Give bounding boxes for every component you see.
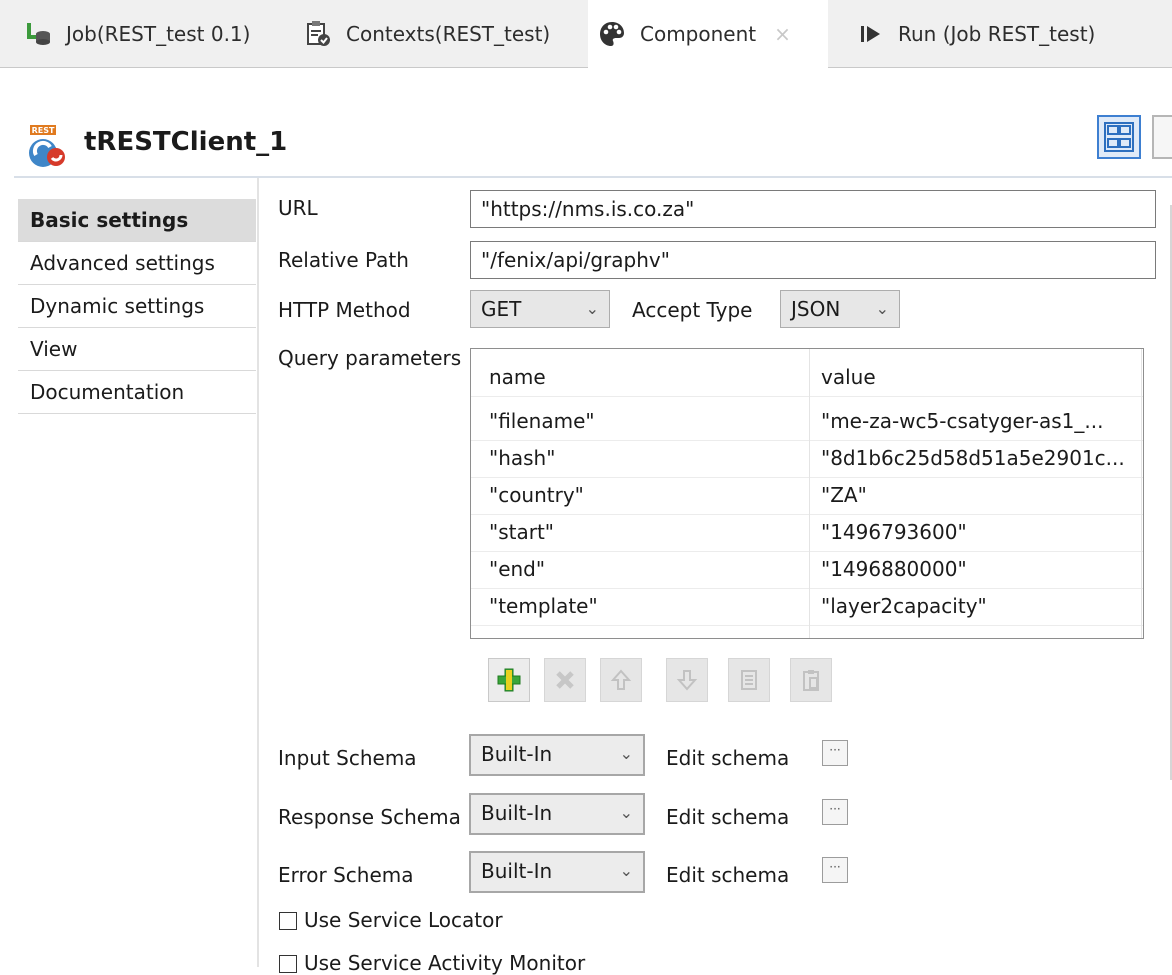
move-down-button[interactable]: [666, 658, 708, 702]
param-name[interactable]: "country": [489, 477, 805, 514]
table-row[interactable]: "hash" "8d1b6c25d58d51a5e2901c...: [471, 440, 1143, 478]
use-service-locator-checkbox[interactable]: [279, 912, 297, 930]
run-icon: [856, 20, 884, 48]
param-name[interactable]: "template": [489, 588, 805, 625]
param-value[interactable]: "me-za-wc5-csatyger-as1_...: [821, 403, 1139, 440]
copy-button[interactable]: [728, 658, 770, 702]
use-service-activity-monitor-checkbox[interactable]: [279, 955, 297, 973]
table-header-row: name value: [471, 359, 1143, 397]
edit-schema-label: Edit schema: [666, 863, 790, 887]
param-value[interactable]: "layer2capacity": [821, 588, 1139, 625]
use-service-locator-label: Use Service Locator: [304, 908, 503, 932]
component-title: tRESTClient_1: [84, 127, 288, 157]
tab-contexts[interactable]: Contexts(REST_test): [294, 0, 584, 67]
param-value[interactable]: "1496880000": [821, 551, 1139, 588]
input-schema-value: Built-In: [481, 742, 553, 766]
nav-divider: [257, 178, 259, 967]
error-schema-label: Error Schema: [278, 863, 414, 887]
accept-type-select[interactable]: JSON ⌄: [780, 290, 900, 328]
relative-path-field[interactable]: "/fenix/api/graphv": [470, 241, 1156, 279]
table-row[interactable]: "template" "layer2capacity": [471, 588, 1143, 626]
move-down-icon: [676, 670, 698, 691]
param-name[interactable]: "end": [489, 551, 805, 588]
param-value[interactable]: "8d1b6c25d58d51a5e2901c...: [821, 440, 1139, 477]
response-schema-value: Built-In: [481, 801, 553, 825]
paste-button[interactable]: [790, 658, 832, 702]
edit-schema-label: Edit schema: [666, 805, 790, 829]
response-schema-select[interactable]: Built-In ⌄: [469, 793, 645, 835]
accept-type-label: Accept Type: [632, 298, 753, 322]
input-schema-select[interactable]: Built-In ⌄: [469, 734, 645, 776]
tab-component[interactable]: Component ×: [588, 0, 828, 68]
close-icon[interactable]: ×: [774, 22, 791, 46]
column-divider: [1141, 349, 1142, 638]
remove-row-button[interactable]: [544, 658, 586, 702]
tab-label: Contexts(REST_test): [346, 21, 551, 46]
tab-run[interactable]: Run (Job REST_test): [846, 0, 1146, 67]
rest-badge-text: REST: [32, 126, 55, 135]
column-header-name[interactable]: name: [489, 359, 546, 396]
edit-schema-label: Edit schema: [666, 746, 790, 770]
http-method-label: HTTP Method: [278, 298, 411, 322]
edit-input-schema-button[interactable]: ···: [822, 740, 848, 766]
table-row[interactable]: "end" "1496880000": [471, 551, 1143, 589]
tab-label: Run (Job REST_test): [898, 21, 1096, 46]
add-icon: [497, 668, 521, 692]
accept-type-value: JSON: [791, 297, 841, 321]
param-name[interactable]: "start": [489, 514, 805, 551]
settings-nav: Basic settings Advanced settings Dynamic…: [18, 199, 256, 414]
error-schema-value: Built-In: [481, 859, 553, 883]
chevron-down-icon: ⌄: [619, 803, 633, 822]
input-schema-label: Input Schema: [278, 746, 417, 770]
query-parameters-table[interactable]: name value "filename" "me-za-wc5-csatyge…: [470, 348, 1144, 639]
nav-view[interactable]: View: [18, 328, 256, 371]
use-service-activity-monitor-label: Use Service Activity Monitor: [304, 951, 586, 975]
move-up-icon: [610, 669, 632, 690]
nav-dynamic-settings[interactable]: Dynamic settings: [18, 285, 256, 328]
grid-view-icon[interactable]: [1097, 115, 1141, 159]
paste-icon: [803, 670, 819, 691]
contexts-icon: [304, 20, 332, 48]
tab-label: Component: [640, 22, 757, 46]
param-name[interactable]: "filename": [489, 403, 805, 440]
nav-documentation[interactable]: Documentation: [18, 371, 256, 414]
chevron-down-icon: ⌄: [619, 744, 633, 763]
column-header-value[interactable]: value: [821, 359, 876, 396]
url-field[interactable]: "https://nms.is.co.za": [470, 190, 1156, 228]
job-icon: [24, 20, 52, 48]
relative-path-label: Relative Path: [278, 248, 409, 272]
chevron-down-icon: ⌄: [585, 299, 599, 318]
add-row-button[interactable]: [488, 658, 530, 702]
table-row[interactable]: "start" "1496793600": [471, 514, 1143, 552]
nav-basic-settings[interactable]: Basic settings: [18, 199, 256, 242]
url-label: URL: [278, 196, 318, 220]
chevron-down-icon: ⌄: [619, 861, 633, 880]
param-value[interactable]: "1496793600": [821, 514, 1139, 551]
palette-icon: [598, 20, 626, 48]
param-name[interactable]: "hash": [489, 440, 805, 477]
column-divider: [809, 349, 810, 638]
tab-label: Job(REST_test 0.1): [66, 21, 251, 46]
param-value[interactable]: "ZA": [821, 477, 1139, 514]
tab-job[interactable]: Job(REST_test 0.1): [14, 0, 282, 67]
list-view-icon[interactable]: [1152, 115, 1172, 159]
nav-advanced-settings[interactable]: Advanced settings: [18, 242, 256, 285]
header-divider: [14, 176, 1172, 178]
table-row[interactable]: "filename" "me-za-wc5-csatyger-as1_...: [471, 403, 1143, 441]
move-up-button[interactable]: [600, 658, 642, 702]
response-schema-label: Response Schema: [278, 805, 461, 829]
edit-error-schema-button[interactable]: ···: [822, 857, 848, 883]
edit-response-schema-button[interactable]: ···: [822, 799, 848, 825]
copy-icon: [741, 670, 757, 690]
table-row[interactable]: "country" "ZA": [471, 477, 1143, 515]
http-method-select[interactable]: GET ⌄: [470, 290, 610, 328]
rest-component-icon: REST: [26, 125, 70, 169]
editor-tab-bar: Job(REST_test 0.1) Contexts(REST_test) C…: [0, 0, 1172, 68]
remove-icon: [556, 671, 574, 689]
http-method-value: GET: [481, 297, 522, 321]
error-schema-select[interactable]: Built-In ⌄: [469, 851, 645, 893]
query-parameters-label: Query parameters: [278, 346, 462, 370]
chevron-down-icon: ⌄: [875, 299, 889, 318]
